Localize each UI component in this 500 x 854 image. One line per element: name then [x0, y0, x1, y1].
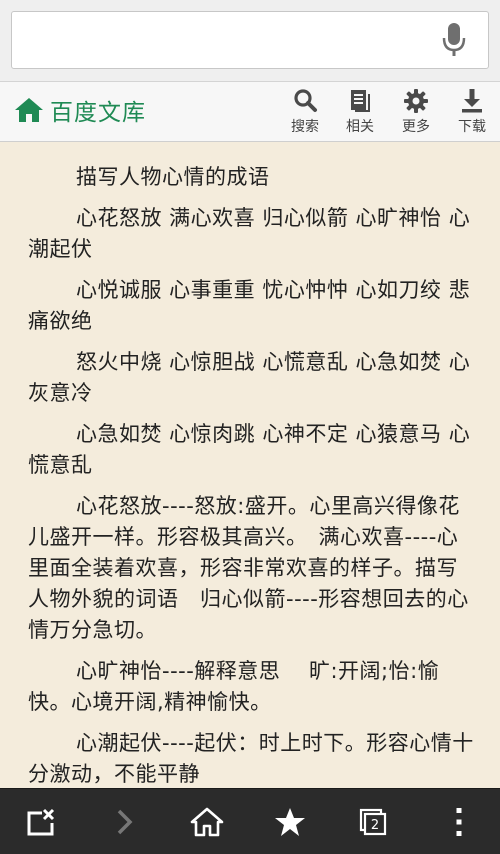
forward-icon [117, 809, 133, 835]
document-content[interactable]: 描写人物心情的成语 心花怒放 满心欢喜 归心似箭 心旷神怡 心潮起伏 心悦诚服 … [0, 142, 500, 788]
document-paragraph: 心急如焚 心惊肉跳 心神不定 心猿意马 心慌意乱 [28, 422, 471, 477]
toolbar-related-label: 相关 [346, 119, 374, 135]
toolbar-related-button[interactable]: 相关 [334, 88, 386, 138]
microphone-icon[interactable] [440, 22, 468, 58]
document-paragraph: 心悦诚服 心事重重 忧心忡忡 心如刀绞 悲痛欲绝 [28, 278, 471, 333]
document-title: 描写人物心情的成语 [76, 165, 270, 189]
home-logo-icon [15, 98, 43, 122]
home-button[interactable] [177, 789, 237, 854]
tabs-icon: 2 [359, 808, 387, 836]
document-paragraph: 怒火中烧 心惊胆战 心慌意乱 心急如焚 心灰意冷 [28, 350, 471, 405]
forward-button[interactable] [94, 789, 154, 854]
bookmark-button[interactable] [260, 789, 320, 854]
toolbar-download-label: 下载 [458, 119, 486, 135]
document-paragraph: 心花怒放 满心欢喜 归心似箭 心旷神怡 心潮起伏 [28, 206, 471, 261]
close-tab-button[interactable] [11, 789, 71, 854]
home-icon [190, 807, 224, 837]
toolbar-search-label: 搜索 [291, 119, 319, 135]
gear-icon [404, 89, 428, 113]
menu-button[interactable] [429, 789, 489, 854]
tabs-button[interactable]: 2 [343, 789, 403, 854]
brand-logo[interactable]: 百度文库 [14, 94, 146, 126]
brand-name: 百度文库 [50, 100, 146, 126]
document-paragraph: 心花怒放----怒放:盛开。心里高兴得像花儿盛开一样。形容极其高兴。 满心欢喜-… [28, 494, 469, 642]
search-bar-area [0, 0, 500, 82]
toolbar: 百度文库 搜索 相关 更多 下载 [0, 82, 500, 142]
document-icon [351, 90, 370, 112]
close-tab-icon [27, 808, 55, 836]
bookmark-star-icon [275, 808, 305, 836]
toolbar-search-button[interactable]: 搜索 [279, 88, 331, 138]
download-icon [462, 89, 482, 113]
menu-dots-icon [456, 808, 462, 836]
document-paragraph: 心旷神怡----解释意思 旷:开阔;怡:愉快。心境开阔,精神愉快。 [28, 659, 440, 714]
document-paragraph: 心潮起伏----起伏：时上时下。形容心情十分激动，不能平静 [28, 731, 474, 786]
bottom-navigation-bar: 2 [0, 788, 500, 854]
toolbar-more-button[interactable]: 更多 [390, 88, 442, 138]
toolbar-download-button[interactable]: 下载 [446, 88, 498, 138]
search-input[interactable] [11, 11, 489, 69]
tab-count: 2 [371, 818, 379, 833]
toolbar-more-label: 更多 [402, 119, 430, 135]
search-icon [294, 89, 317, 112]
